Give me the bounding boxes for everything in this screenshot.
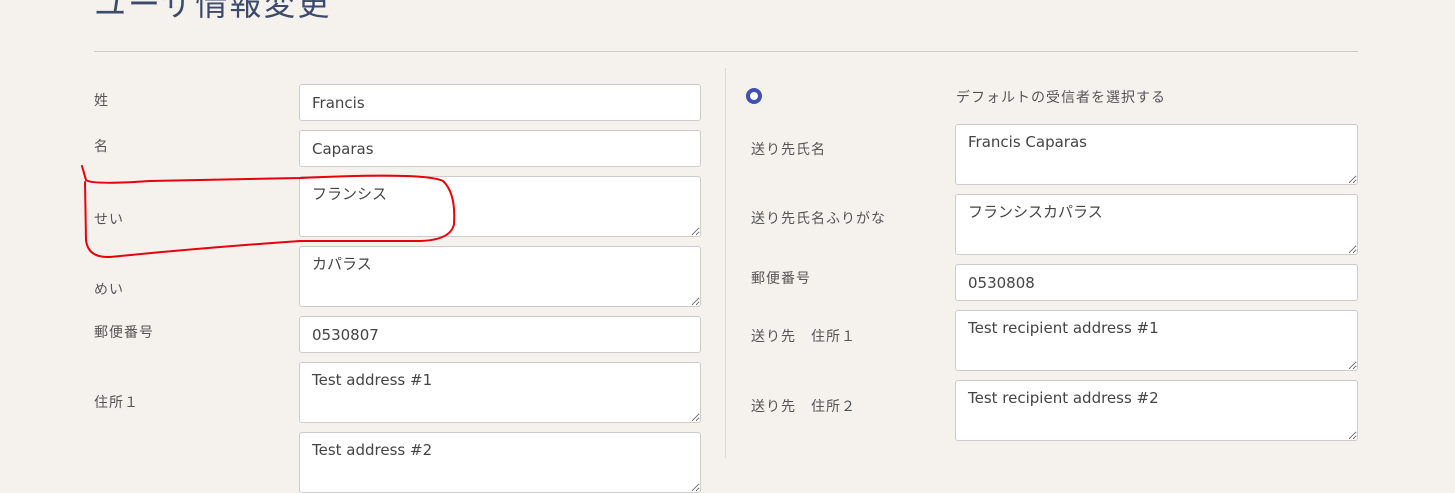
first-name-kana-textarea[interactable]: カパラス bbox=[299, 246, 701, 307]
recipient-name-kana-label: 送り先氏名ふりがな bbox=[751, 211, 886, 227]
address1-textarea[interactable]: Test address #1 bbox=[299, 362, 701, 423]
address1-label: 住所１ bbox=[94, 395, 139, 411]
postal-code-label: 郵便番号 bbox=[94, 325, 154, 341]
default-recipient-radio[interactable] bbox=[746, 88, 762, 104]
page-title: ユーザ情報変更 bbox=[94, 0, 332, 23]
first-name-input[interactable] bbox=[299, 130, 701, 167]
postal-code-input[interactable] bbox=[299, 316, 701, 353]
title-divider bbox=[94, 51, 1358, 52]
first-name-kana-label: めい bbox=[94, 282, 124, 298]
recipient-address2-label: 送り先 住所２ bbox=[751, 399, 856, 415]
last-name-kana-label: せい bbox=[94, 212, 124, 228]
first-name-label: 名 bbox=[94, 139, 109, 155]
default-recipient-label: デフォルトの受信者を選択する bbox=[956, 90, 1166, 106]
recipient-name-textarea[interactable]: Francis Caparas bbox=[955, 124, 1358, 185]
recipient-address1-textarea[interactable]: Test recipient address #1 bbox=[955, 310, 1358, 371]
column-divider bbox=[725, 68, 726, 458]
last-name-kana-textarea[interactable]: フランシス bbox=[299, 176, 701, 237]
recipient-address1-label: 送り先 住所１ bbox=[751, 329, 856, 345]
recipient-address2-textarea[interactable]: Test recipient address #2 bbox=[955, 380, 1358, 441]
last-name-label: 姓 bbox=[94, 93, 109, 109]
recipient-postal-code-label: 郵便番号 bbox=[751, 271, 811, 287]
address2-textarea[interactable]: Test address #2 bbox=[299, 432, 701, 493]
recipient-name-kana-textarea[interactable]: フランシスカパラス bbox=[955, 194, 1358, 255]
last-name-input[interactable] bbox=[299, 84, 701, 121]
recipient-postal-code-input[interactable] bbox=[955, 264, 1358, 301]
recipient-name-label: 送り先氏名 bbox=[751, 142, 826, 158]
